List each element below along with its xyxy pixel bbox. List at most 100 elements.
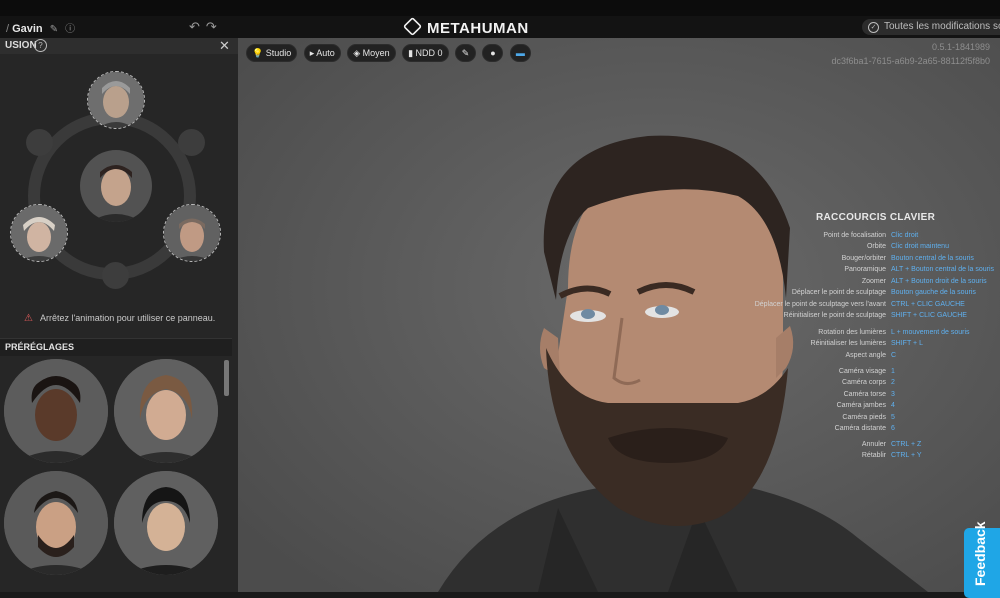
shortcut-key: 3 [891, 391, 895, 398]
camera-icon[interactable]: ● [482, 44, 504, 62]
blend-slot-empty[interactable] [178, 129, 205, 156]
shortcut-row: Rotation des lumières L + mouvement de so… [688, 327, 1000, 338]
blend-face-center[interactable] [80, 150, 152, 222]
redo-icon[interactable]: ↷ [206, 19, 217, 34]
shortcut-row: Caméra visage 1 [688, 366, 1000, 377]
top-bar: / Gavin ✎ ⓘ ↶ ↷ METAHUMAN ✓ Toutes les modi… [0, 0, 1000, 39]
quality-label: Moyen [362, 48, 390, 58]
history-controls: ↶ ↷ [189, 19, 223, 35]
shortcut-key: ALT + Bouton central de la souris [891, 266, 995, 273]
shortcut-key: CTRL + CLIC GAUCHE [891, 301, 965, 308]
shortcut-key: ALT + Bouton droit de la souris [891, 278, 987, 285]
shortcut-key: L + mouvement de souris [891, 329, 970, 336]
shortcut-key: SHIFT + L [891, 340, 923, 347]
undo-icon[interactable]: ↶ [189, 19, 200, 34]
app-logo: METAHUMAN [402, 16, 529, 37]
info-icon[interactable]: ⓘ [65, 24, 75, 35]
blend-face-top[interactable] [87, 71, 145, 129]
preset-portrait[interactable] [4, 359, 108, 463]
lod-label: NDD 0 [415, 48, 443, 58]
shortcut-row: Point de focalisation Clic droit [688, 230, 1000, 241]
shortcut-row: Annuler CTRL + Z [688, 439, 1000, 450]
blend-face-right[interactable] [163, 204, 221, 262]
save-status-text: Toutes les modifications sont [884, 21, 1000, 32]
shortcut-key: 5 [891, 414, 895, 421]
edit-icon[interactable]: ✎ [50, 24, 58, 35]
shortcut-label: Rétablir [861, 452, 886, 459]
shortcut-row: Caméra pieds 5 [688, 412, 1000, 423]
shortcut-key: 1 [891, 368, 895, 375]
lighting-studio-label: Studio [265, 48, 292, 58]
shortcut-row: Rétablir CTRL + Y [688, 450, 1000, 461]
shortcut-label: Point de focalisation [823, 232, 886, 239]
shortcut-label: Rotation des lumières [818, 329, 886, 336]
shortcut-row: Orbite Clic droit maintenu [688, 241, 1000, 252]
blend-side-panel: USION ? ✕ ⚠ Arrêtez l'animation pour util… [0, 38, 238, 592]
feedback-button[interactable]: Feedback [964, 521, 1000, 598]
shortcut-row: Réinitialiser les lumières SHIFT + L [688, 338, 1000, 349]
blend-face-left[interactable] [10, 204, 68, 262]
lod-button[interactable]: ▮ NDD 0 [402, 44, 449, 62]
keyboard-icon[interactable]: ▬ [509, 44, 531, 62]
shortcut-key: Clic droit maintenu [891, 243, 949, 250]
shortcut-label: Caméra corps [842, 379, 886, 386]
shortcut-row: Zoomer ALT + Bouton droit de la souris [688, 276, 1000, 287]
presets-scrollbar[interactable] [224, 360, 229, 396]
window-strip [0, 0, 1000, 16]
shortcut-label: Réinitialiser les lumières [810, 340, 886, 347]
shortcut-label: Orbite [866, 243, 886, 250]
shortcut-key: SHIFT + CLIC GAUCHE [891, 312, 967, 319]
shortcut-label: Caméra torse [843, 391, 886, 398]
version-number: 0.5.1-1841989 [931, 42, 990, 52]
metahuman-logo-icon [402, 16, 423, 37]
animation-auto-label: Auto [316, 48, 335, 58]
shortcut-key: Clic droit [891, 232, 919, 239]
check-icon: ✓ [868, 22, 879, 33]
shortcut-row: Caméra distante 6 [688, 423, 1000, 434]
shortcut-key: 6 [891, 425, 895, 432]
blend-slot-empty[interactable] [26, 129, 53, 156]
warning-icon: ⚠ [24, 313, 33, 324]
quality-medium-button[interactable]: ◈ Moyen [347, 44, 396, 62]
shortcut-label: Zoomer [861, 278, 886, 285]
shortcuts-title: RACCOURCIS CLAVIER [816, 212, 936, 223]
shortcut-row: Caméra torse 3 [688, 389, 1000, 400]
shortcut-row: Aspect angle C [688, 350, 1000, 361]
brand-name: METAHUMAN [427, 20, 529, 37]
shortcut-label: Déplacer le point de sculptage [791, 289, 886, 296]
character-name[interactable]: Gavin [12, 23, 43, 35]
preset-portrait[interactable] [4, 471, 108, 575]
shortcut-key: C [891, 352, 897, 359]
warning-text: Arrêtez l'animation pour utiliser ce pan… [39, 313, 216, 323]
version-info: 0.5.1-1841989 dc3f6ba1-7615-a6b9-2a65-88… [832, 40, 990, 68]
shortcut-row: Déplacer le point de sculptage Bouton gau… [688, 287, 1000, 298]
shortcut-key: Bouton gauche de la souris [891, 289, 976, 296]
help-icon[interactable]: ? [34, 39, 47, 52]
shortcut-label: Caméra pieds [842, 414, 886, 421]
close-icon[interactable]: ✕ [219, 38, 230, 54]
shortcut-row: Caméra jambes 4 [688, 400, 1000, 411]
shortcut-label: Caméra visage [838, 368, 886, 375]
blend-panel-title: USION [5, 40, 37, 51]
shortcut-key: CTRL + Z [891, 441, 922, 448]
build-id: dc3f6ba1-7615-a6b9-2a65-88112f5f8b0 [831, 56, 990, 66]
shortcut-label: Aspect angle [845, 352, 886, 359]
shortcut-key: CTRL + Y [891, 452, 922, 459]
shortcut-label: Annuler [861, 441, 886, 448]
3d-viewport[interactable]: 💡 Studio ▸ Auto ◈ Moyen ▮ NDD 0 ✎ ● ▬ 0.… [238, 38, 1000, 592]
lighting-studio-button[interactable]: 💡 Studio [246, 44, 298, 62]
blend-panel-header: USION ? ✕ [0, 38, 238, 54]
viewport-toolbar: 💡 Studio ▸ Auto ◈ Moyen ▮ NDD 0 ✎ ● ▬ [246, 44, 533, 62]
preset-portrait[interactable] [114, 359, 218, 463]
animation-warning: ⚠ Arrêtez l'animation pour utiliser ce pa… [24, 313, 215, 324]
shortcut-label: Caméra distante [834, 425, 886, 432]
animation-auto-button[interactable]: ▸ Auto [303, 44, 341, 62]
shortcut-label: Déplacer le point de sculptage vers l'av… [754, 301, 886, 308]
feedback-label: Feedback [972, 521, 988, 586]
preset-portrait[interactable] [114, 471, 218, 575]
presets-title: PRÉRÉGLAGES [5, 342, 75, 352]
shortcut-row: Réinitialiser le point de sculptage SHIFT… [688, 310, 1000, 321]
blend-slot-empty[interactable] [102, 262, 129, 289]
wrench-icon[interactable]: ✎ [455, 44, 477, 62]
shortcut-label: Bouger/orbiter [841, 255, 886, 262]
